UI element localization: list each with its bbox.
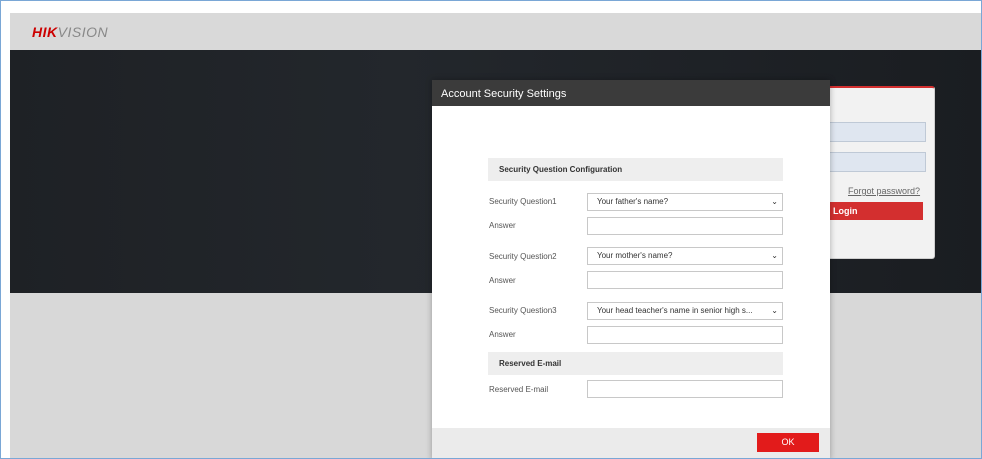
answer2-input[interactable]	[587, 271, 783, 289]
security-question1-label: Security Question1	[489, 197, 557, 206]
forgot-password-link[interactable]: Forgot password?	[848, 186, 920, 196]
account-security-dialog: Account Security Settings Security Quest…	[432, 80, 830, 458]
answer3-label: Answer	[489, 330, 516, 339]
section-security-question: Security Question Configuration	[488, 158, 783, 181]
ok-button[interactable]: OK	[757, 433, 819, 452]
security-question2-select[interactable]: Your mother's name? ⌄	[587, 247, 783, 265]
security-question2-value: Your mother's name?	[597, 251, 673, 260]
section-reserved-email: Reserved E-mail	[488, 352, 783, 375]
chevron-down-icon: ⌄	[771, 197, 778, 206]
answer1-label: Answer	[489, 221, 516, 230]
chevron-down-icon: ⌄	[771, 251, 778, 260]
left-strip	[1, 1, 10, 458]
logo-vision: VISION	[57, 24, 109, 40]
security-question1-value: Your father's name?	[597, 197, 669, 206]
security-question1-select[interactable]: Your father's name? ⌄	[587, 193, 783, 211]
login-panel: Forgot password? Login	[821, 86, 935, 259]
username-input[interactable]	[822, 122, 926, 142]
top-bar: HIKVISION	[10, 13, 981, 50]
answer3-input[interactable]	[587, 326, 783, 344]
logo-hik: HIK	[32, 24, 58, 40]
dialog-footer: OK	[432, 428, 830, 458]
reserved-email-label: Reserved E-mail	[489, 385, 549, 394]
browser-frame: HIKVISION Forgot password? Login Account…	[0, 0, 982, 459]
security-question2-label: Security Question2	[489, 252, 557, 261]
login-button[interactable]: Login	[822, 202, 923, 220]
answer1-input[interactable]	[587, 217, 783, 235]
security-question3-value: Your head teacher's name in senior high …	[597, 306, 753, 315]
answer2-label: Answer	[489, 276, 516, 285]
chevron-down-icon: ⌄	[771, 306, 778, 315]
hikvision-logo: HIKVISION	[32, 24, 108, 40]
dialog-title: Account Security Settings	[432, 80, 830, 106]
security-question3-label: Security Question3	[489, 306, 557, 315]
security-question3-select[interactable]: Your head teacher's name in senior high …	[587, 302, 783, 320]
password-input[interactable]	[822, 152, 926, 172]
reserved-email-input[interactable]	[587, 380, 783, 398]
